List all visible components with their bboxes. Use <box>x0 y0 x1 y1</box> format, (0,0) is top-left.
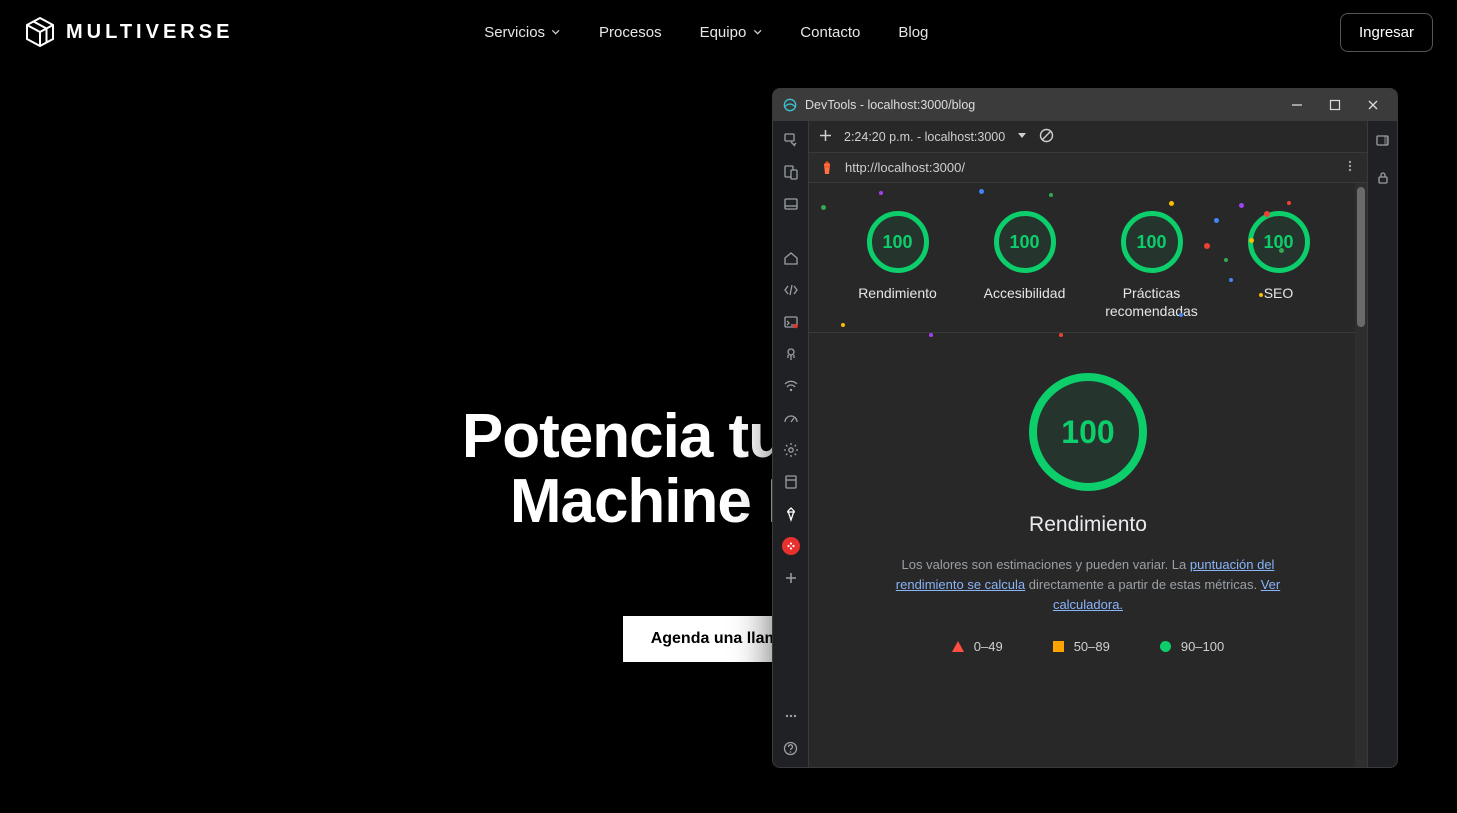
circle-icon <box>1160 641 1171 652</box>
top-nav: MULTIVERSE Servicios Procesos Equipo Con… <box>0 0 1457 64</box>
gauge-label: Prácticas recomendadas <box>1105 285 1198 320</box>
devtools-titlebar[interactable]: DevTools - localhost:3000/blog <box>773 89 1397 121</box>
gauge-label: SEO <box>1264 285 1294 303</box>
legend-high: 90–100 <box>1160 639 1224 654</box>
record-icon[interactable] <box>782 537 800 555</box>
legend-mid-label: 50–89 <box>1074 639 1110 654</box>
help-icon[interactable] <box>782 739 800 757</box>
inspect-icon[interactable] <box>782 131 800 149</box>
lock-icon[interactable] <box>1374 169 1392 187</box>
chevron-down-icon <box>752 27 762 37</box>
gauge-score: 100 <box>1121 211 1183 273</box>
lighthouse-badge-icon <box>819 160 835 176</box>
legend-low: 0–49 <box>952 639 1003 654</box>
more-icon[interactable] <box>782 707 800 725</box>
panel-icon[interactable] <box>782 195 800 213</box>
brand-text: MULTIVERSE <box>66 21 233 44</box>
legend-mid: 50–89 <box>1053 639 1110 654</box>
report-dropdown-icon[interactable] <box>1017 130 1027 144</box>
window-maximize-button[interactable] <box>1321 93 1349 117</box>
sources-icon[interactable] <box>782 345 800 363</box>
nav-equipo-label: Equipo <box>700 24 747 41</box>
devtools-app-icon <box>783 98 797 112</box>
gauge-score: 100 <box>1248 211 1310 273</box>
scroll-thumb[interactable] <box>1357 187 1365 327</box>
performance-big-title: Rendimiento <box>839 513 1337 537</box>
desc-text: directamente a partir de estas métricas. <box>1025 577 1261 592</box>
gauge-best-practices[interactable]: 100 Prácticas recomendadas <box>1097 211 1207 320</box>
add-panel-icon[interactable] <box>782 569 800 587</box>
nav-procesos-label: Procesos <box>599 24 662 41</box>
performance-icon[interactable] <box>782 409 800 427</box>
gauge-performance[interactable]: 100 Rendimiento <box>843 211 953 320</box>
clear-button[interactable] <box>1039 128 1054 146</box>
score-summary-row: 100 Rendimiento 100 Accesibilidad 100 Pr… <box>809 183 1367 333</box>
gauge-accessibility[interactable]: 100 Accesibilidad <box>970 211 1080 320</box>
gauge-label: Accesibilidad <box>984 285 1066 303</box>
device-icon[interactable] <box>782 163 800 181</box>
performance-description: Los valores son estimaciones y pueden va… <box>873 555 1303 615</box>
report-menu-icon[interactable] <box>1343 159 1357 176</box>
legend-high-label: 90–100 <box>1181 639 1224 654</box>
gauge-score: 100 <box>994 211 1056 273</box>
nav-servicios[interactable]: Servicios <box>484 24 561 41</box>
chevron-down-icon <box>551 27 561 37</box>
logo-icon <box>24 16 56 48</box>
gauge-seo[interactable]: 100 SEO <box>1224 211 1334 320</box>
login-button[interactable]: Ingresar <box>1340 13 1433 52</box>
legend-low-label: 0–49 <box>974 639 1003 654</box>
performance-big-score: 100 <box>1029 373 1147 491</box>
nav-blog-label: Blog <box>898 24 928 41</box>
performance-detail: 100 Rendimiento Los valores son estimaci… <box>809 333 1367 674</box>
nav-blog[interactable]: Blog <box>898 24 928 41</box>
report-url-bar: http://localhost:3000/ <box>809 153 1367 183</box>
lighthouse-toolbar: 2:24:20 p.m. - localhost:3000 <box>809 121 1367 153</box>
nav-contacto[interactable]: Contacto <box>800 24 860 41</box>
nav-servicios-label: Servicios <box>484 24 545 41</box>
report-scrollbar[interactable] <box>1355 183 1367 767</box>
console-icon[interactable] <box>782 313 800 331</box>
nav-contacto-label: Contacto <box>800 24 860 41</box>
gauge-label: Rendimiento <box>858 285 937 303</box>
brand-logo[interactable]: MULTIVERSE <box>24 16 233 48</box>
square-icon <box>1053 641 1064 652</box>
window-close-button[interactable] <box>1359 93 1387 117</box>
devtools-right-rail <box>1367 121 1397 767</box>
new-report-button[interactable] <box>819 129 832 145</box>
score-legend: 0–49 50–89 90–100 <box>839 639 1337 654</box>
triangle-icon <box>952 641 964 652</box>
lighthouse-report: 100 Rendimiento 100 Accesibilidad 100 Pr… <box>809 183 1367 767</box>
report-url[interactable]: http://localhost:3000/ <box>845 160 965 175</box>
report-timestamp[interactable]: 2:24:20 p.m. - localhost:3000 <box>844 130 1005 144</box>
nav-links: Servicios Procesos Equipo Contacto Blog <box>484 24 928 41</box>
devtools-left-rail <box>773 121 809 767</box>
nav-equipo[interactable]: Equipo <box>700 24 763 41</box>
desc-text: Los valores son estimaciones y pueden va… <box>902 557 1190 572</box>
gauge-score: 100 <box>867 211 929 273</box>
devtools-title: DevTools - localhost:3000/blog <box>805 98 975 112</box>
dock-icon[interactable] <box>1374 131 1392 149</box>
settings-gear-icon[interactable] <box>782 441 800 459</box>
nav-procesos[interactable]: Procesos <box>599 24 662 41</box>
lighthouse-icon[interactable] <box>782 505 800 523</box>
application-icon[interactable] <box>782 473 800 491</box>
home-icon[interactable] <box>782 249 800 267</box>
window-minimize-button[interactable] <box>1283 93 1311 117</box>
devtools-window: DevTools - localhost:3000/blog <box>772 88 1398 768</box>
elements-icon[interactable] <box>782 281 800 299</box>
network-icon[interactable] <box>782 377 800 395</box>
